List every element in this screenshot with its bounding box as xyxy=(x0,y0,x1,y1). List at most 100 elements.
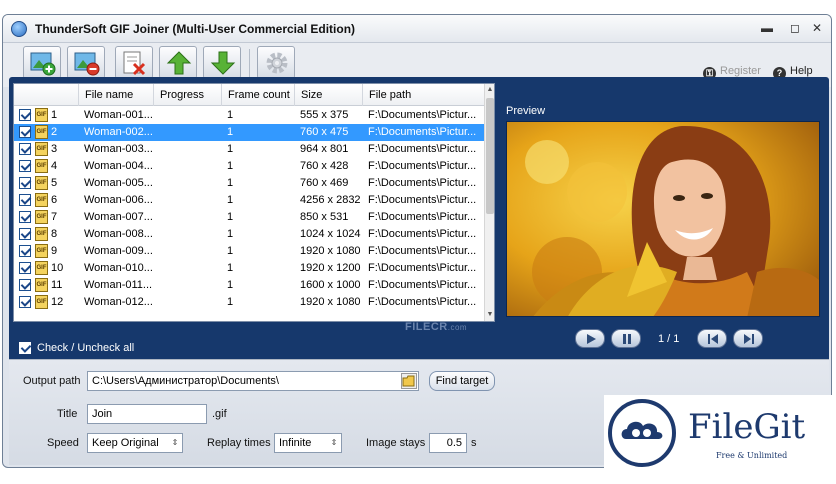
browse-folder-button[interactable] xyxy=(401,373,417,389)
row-checkbox[interactable] xyxy=(19,194,31,206)
cell-file-name: Woman-007... xyxy=(84,211,153,223)
check-all-checkbox[interactable] xyxy=(19,342,31,354)
settings-button[interactable] xyxy=(257,46,295,79)
row-checkbox[interactable] xyxy=(19,245,31,257)
output-path-label: Output path xyxy=(23,375,81,387)
table-row[interactable]: GIF 9 Woman-009... 1 1920 x 1080 F:\Documents… xyxy=(14,243,484,260)
cell-file-path: F:\Documents\Pictur... xyxy=(368,262,477,274)
clear-list-button[interactable] xyxy=(115,46,153,79)
close-button[interactable]: ✕ xyxy=(809,20,825,36)
cell-size: 964 x 801 xyxy=(300,143,349,155)
scroll-thumb[interactable] xyxy=(486,98,494,214)
row-number: 4 xyxy=(51,160,58,172)
row-number: 3 xyxy=(51,143,58,155)
page-indicator: 1 / 1 xyxy=(658,333,680,345)
row-checkbox[interactable] xyxy=(19,211,31,223)
header-frame-count[interactable]: Frame count xyxy=(221,84,294,106)
header-size[interactable]: Size xyxy=(294,84,362,106)
pause-button[interactable] xyxy=(611,329,641,348)
row-number: 10 xyxy=(51,262,64,274)
row-checkbox[interactable] xyxy=(19,279,31,291)
table-row[interactable]: GIF 2 Woman-002... 1 760 x 475 F:\Documents\P… xyxy=(14,124,484,141)
speed-value: Keep Original xyxy=(92,437,159,449)
row-checkbox[interactable] xyxy=(19,160,31,172)
cell-frame-count: 1 xyxy=(227,109,234,121)
image-stays-unit: s xyxy=(471,437,477,449)
table-row[interactable]: GIF 10 Woman-010... 1 1920 x 1200 F:\Document… xyxy=(14,260,484,277)
filegit-name: FileGit xyxy=(688,407,806,447)
add-files-button[interactable] xyxy=(23,46,61,79)
preview-image xyxy=(506,121,820,317)
cell-frame-count: 1 xyxy=(227,228,234,240)
cell-file-name: Woman-003... xyxy=(84,143,153,155)
table-row[interactable]: GIF 12 Woman-012... 1 1920 x 1080 F:\Document… xyxy=(14,294,484,311)
cell-file-name: Woman-009... xyxy=(84,245,153,257)
cell-frame-count: 1 xyxy=(227,194,234,206)
toolbar-separator xyxy=(249,49,250,77)
cell-size: 760 x 428 xyxy=(300,160,349,172)
row-checkbox[interactable] xyxy=(19,126,31,138)
remove-file-button[interactable] xyxy=(67,46,105,79)
image-add-icon xyxy=(30,52,56,76)
row-checkbox[interactable] xyxy=(19,228,31,240)
row-checkbox[interactable] xyxy=(19,177,31,189)
cell-file-name: Woman-004... xyxy=(84,160,153,172)
replay-times-select[interactable]: Infinite ⇕ xyxy=(274,433,342,453)
header-progress[interactable]: Progress xyxy=(153,84,221,106)
output-path-field[interactable]: C:\Users\Администратор\Documents\ xyxy=(87,371,419,391)
cell-file-path: F:\Documents\Pictur... xyxy=(368,211,477,223)
table-row[interactable]: GIF 4 Woman-004... 1 760 x 428 F:\Documents\P… xyxy=(14,158,484,175)
minimize-button[interactable]: ▬ xyxy=(759,20,775,36)
cell-size: 850 x 531 xyxy=(300,211,349,223)
cell-file-path: F:\Documents\Pictur... xyxy=(368,126,477,138)
table-row[interactable]: GIF 7 Woman-007... 1 850 x 531 F:\Documents\P… xyxy=(14,209,484,226)
title-input[interactable]: Join xyxy=(87,404,207,424)
row-checkbox[interactable] xyxy=(19,143,31,155)
table-row[interactable]: GIF 3 Woman-003... 1 964 x 801 F:\Documents\P… xyxy=(14,141,484,158)
speed-select[interactable]: Keep Original ⇕ xyxy=(87,433,183,453)
first-frame-button[interactable] xyxy=(697,329,727,348)
file-list[interactable]: File name Progress Frame count Size File… xyxy=(13,83,495,322)
spinner-icon[interactable]: ⇕ xyxy=(169,435,181,451)
header-file-name[interactable]: File name xyxy=(78,84,153,106)
image-stays-input[interactable]: 0.5 xyxy=(429,433,467,453)
cell-size: 4256 x 2832 xyxy=(300,194,361,206)
table-row[interactable]: GIF 1 Woman-001... 1 555 x 375 F:\Documents\P… xyxy=(14,107,484,124)
play-icon xyxy=(587,334,596,344)
app-logo-icon xyxy=(11,21,27,37)
header-file-path[interactable]: File path xyxy=(362,84,484,106)
cell-file-path: F:\Documents\Pictur... xyxy=(368,109,477,121)
gif-file-icon: GIF xyxy=(35,142,48,156)
move-down-button[interactable] xyxy=(203,46,241,79)
gif-file-icon: GIF xyxy=(35,295,48,309)
cell-size: 1600 x 1000 xyxy=(300,279,361,291)
find-target-button[interactable]: Find target xyxy=(429,371,495,391)
row-number: 9 xyxy=(51,245,58,257)
title-extension: .gif xyxy=(212,408,227,420)
image-stays-value: 0.5 xyxy=(446,437,462,449)
maximize-button[interactable]: ◻ xyxy=(787,20,803,36)
table-row[interactable]: GIF 8 Woman-008... 1 1024 x 1024 F:\Documents… xyxy=(14,226,484,243)
move-up-button[interactable] xyxy=(159,46,197,79)
table-row[interactable]: GIF 5 Woman-005... 1 760 x 469 F:\Documents\P… xyxy=(14,175,484,192)
row-checkbox[interactable] xyxy=(19,296,31,308)
title-label: Title xyxy=(57,408,78,420)
table-row[interactable]: GIF 11 Woman-011... 1 1600 x 1000 F:\Document… xyxy=(14,277,484,294)
preview-label: Preview xyxy=(506,105,546,117)
cell-size: 1920 x 1080 xyxy=(300,296,361,308)
table-row[interactable]: GIF 6 Woman-006... 1 4256 x 2832 F:\Documents… xyxy=(14,192,484,209)
cell-file-path: F:\Documents\Pictur... xyxy=(368,177,477,189)
scroll-down-icon[interactable]: ▼ xyxy=(485,309,494,321)
row-checkbox[interactable] xyxy=(19,262,31,274)
spinner-icon[interactable]: ⇕ xyxy=(328,435,340,451)
list-scrollbar[interactable]: ▲ ▼ xyxy=(484,84,494,321)
play-button[interactable] xyxy=(575,329,605,348)
cell-file-name: Woman-010... xyxy=(84,262,153,274)
window-title: ThunderSoft GIF Joiner (Multi-User Comme… xyxy=(35,22,356,36)
title-bar: ThunderSoft GIF Joiner (Multi-User Comme… xyxy=(3,15,831,43)
row-checkbox[interactable] xyxy=(19,109,31,121)
filegit-logo-icon xyxy=(608,399,676,467)
last-frame-button[interactable] xyxy=(733,329,763,348)
scroll-up-icon[interactable]: ▲ xyxy=(485,84,494,96)
row-number: 12 xyxy=(51,296,64,308)
